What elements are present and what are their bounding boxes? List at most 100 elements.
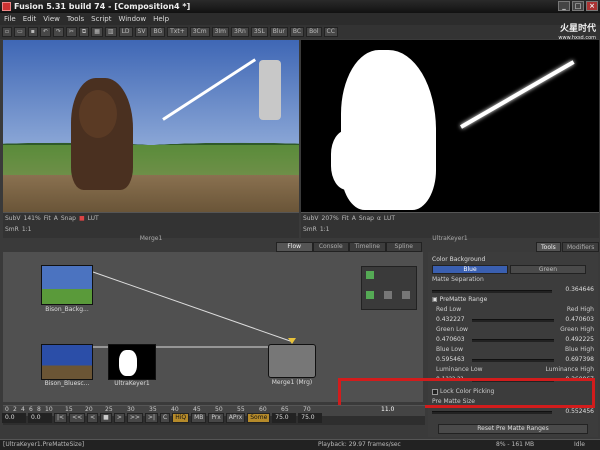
text-tool-icon[interactable]: A (352, 215, 356, 222)
open-icon[interactable]: ▭ (14, 27, 26, 37)
play-button[interactable]: > (113, 413, 125, 423)
red-low-value[interactable]: 0.432227 (436, 315, 465, 325)
minimize-button[interactable]: _ (558, 1, 570, 11)
right-viewer[interactable] (301, 40, 599, 212)
menu-view[interactable]: View (43, 13, 60, 25)
luminance-range-slider[interactable] (472, 379, 554, 382)
red-range-slider[interactable] (472, 319, 554, 322)
tool-3cm-button[interactable]: 3Cm (189, 27, 210, 37)
prematte-range-header[interactable]: ▣ PreMatte Range (432, 295, 594, 305)
aprx-toggle[interactable]: APrx (225, 413, 246, 423)
bison-background-node[interactable] (41, 265, 93, 305)
subview-button[interactable]: SubV (303, 215, 319, 222)
subview-button[interactable]: SubV (5, 215, 21, 222)
menu-tools[interactable]: Tools (67, 13, 84, 25)
menu-edit[interactable]: Edit (23, 13, 37, 25)
text-tool-icon[interactable]: A (54, 215, 58, 222)
tab-timeline[interactable]: Timeline (349, 242, 386, 252)
lut-button[interactable]: LUT (88, 215, 99, 222)
green-range-slider[interactable] (472, 339, 554, 342)
snap-button[interactable]: Snap (61, 215, 76, 222)
fit-button[interactable]: Fit (44, 215, 51, 222)
blue-low-value[interactable]: 0.595463 (436, 355, 465, 365)
go-to-start-button[interactable]: |< (54, 413, 68, 423)
cut-icon[interactable]: ✂ (65, 27, 77, 37)
tool-bg-button[interactable]: BG (150, 27, 166, 37)
tool-sv-button[interactable]: SV (134, 27, 149, 37)
tab-console[interactable]: Console (312, 242, 349, 252)
blue-background-button[interactable]: Blue (432, 265, 508, 274)
menu-window[interactable]: Window (118, 13, 146, 25)
bison-bluescreen-node[interactable] (41, 344, 93, 380)
some-toggle[interactable]: Some (247, 413, 271, 423)
new-icon[interactable]: ▫ (2, 27, 13, 37)
step-back-button[interactable]: < (87, 413, 99, 423)
smr-button[interactable]: SmR (5, 226, 19, 233)
merge-node[interactable] (268, 344, 316, 378)
tab-modifiers[interactable]: Modifiers (562, 242, 600, 252)
hiq-toggle[interactable]: HiQ (172, 413, 190, 423)
close-button[interactable]: × (586, 1, 598, 11)
redo-icon[interactable]: ↷ (52, 27, 64, 37)
menu-file[interactable]: File (4, 13, 16, 25)
menu-script[interactable]: Script (91, 13, 111, 25)
tool-bc-button[interactable]: BC (289, 27, 305, 37)
lock-color-picking-checkbox[interactable] (432, 388, 438, 395)
fit-button[interactable]: Fit (342, 215, 349, 222)
prematte-size-value[interactable]: 0.552456 (565, 407, 594, 417)
stop-button[interactable]: ■ (100, 413, 112, 423)
green-background-button[interactable]: Green (510, 265, 586, 274)
prx-toggle[interactable]: Prx (208, 413, 224, 423)
mb-toggle[interactable]: MB (191, 413, 207, 423)
loop-button[interactable]: C (159, 413, 171, 423)
luminance-low-value[interactable]: 0.1??? ?? (436, 375, 463, 385)
flow-minimap[interactable] (361, 266, 417, 310)
ratio-button[interactable]: 1:1 (320, 226, 330, 233)
fast-forward-button[interactable]: >> (126, 413, 143, 423)
prematte-size-slider[interactable] (432, 411, 552, 414)
left-viewer[interactable] (3, 40, 299, 212)
save-icon[interactable]: ▪ (27, 27, 38, 37)
lut-button[interactable]: LUT (384, 215, 395, 222)
red-high-value[interactable]: 0.470603 (565, 315, 594, 325)
start-frame-field[interactable]: 0.0 (2, 413, 26, 423)
tool-3im-button[interactable]: 3Im (211, 27, 230, 37)
tool-blur-button[interactable]: Blur (269, 27, 288, 37)
luminance-high-value[interactable]: 0.360067 (565, 375, 594, 385)
maximize-button[interactable]: □ (572, 1, 584, 11)
tool-bol-button[interactable]: Bol (306, 27, 322, 37)
ratio-button[interactable]: 1:1 (22, 226, 32, 233)
tool-3sl-button[interactable]: 3SL (250, 27, 268, 37)
flow-view[interactable]: Bison_Backg... Bison_Bluesc... UltraKeye… (3, 252, 423, 402)
go-to-end-button[interactable]: >| (144, 413, 158, 423)
color-channel-icon[interactable]: ■ (79, 215, 85, 222)
alpha-channel-icon[interactable]: α (377, 215, 381, 222)
rewind-button[interactable]: << (69, 413, 86, 423)
lock-color-picking-row[interactable]: Lock Color Picking (432, 387, 594, 397)
zoom-level[interactable]: 141% (24, 215, 41, 222)
snap-button[interactable]: Snap (359, 215, 374, 222)
ultrakeyer-node[interactable] (108, 344, 156, 380)
menu-help[interactable]: Help (153, 13, 169, 25)
reset-prematte-ranges-button[interactable]: Reset Pre Matte Ranges (438, 424, 588, 434)
undo-icon[interactable]: ↶ (39, 27, 51, 37)
tool-3rn-button[interactable]: 3Rn (231, 27, 249, 37)
tool-txt-button[interactable]: Txt+ (167, 27, 188, 37)
copy-icon[interactable]: ⧉ (78, 27, 90, 37)
grid-icon[interactable]: ▦ (91, 27, 103, 37)
tab-tools[interactable]: Tools (536, 242, 561, 252)
blue-range-slider[interactable] (472, 359, 554, 362)
blue-high-value[interactable]: 0.697398 (565, 355, 594, 365)
green-low-value[interactable]: 0.470603 (436, 335, 465, 345)
layout-icon[interactable]: ▥ (104, 27, 117, 37)
matte-separation-slider[interactable] (432, 290, 552, 293)
tab-flow[interactable]: Flow (276, 242, 313, 252)
current-frame-field[interactable]: 0.0 (28, 413, 52, 423)
tool-cc-button[interactable]: CC (323, 27, 338, 37)
zoom-level[interactable]: 207% (322, 215, 339, 222)
tool-ld-button[interactable]: LD (118, 27, 133, 37)
green-high-value[interactable]: 0.492225 (565, 335, 594, 345)
collapse-icon[interactable]: ▣ (432, 296, 440, 303)
end-frame-field[interactable]: 75.0 (272, 413, 297, 423)
tab-spline[interactable]: Spline (385, 242, 422, 252)
